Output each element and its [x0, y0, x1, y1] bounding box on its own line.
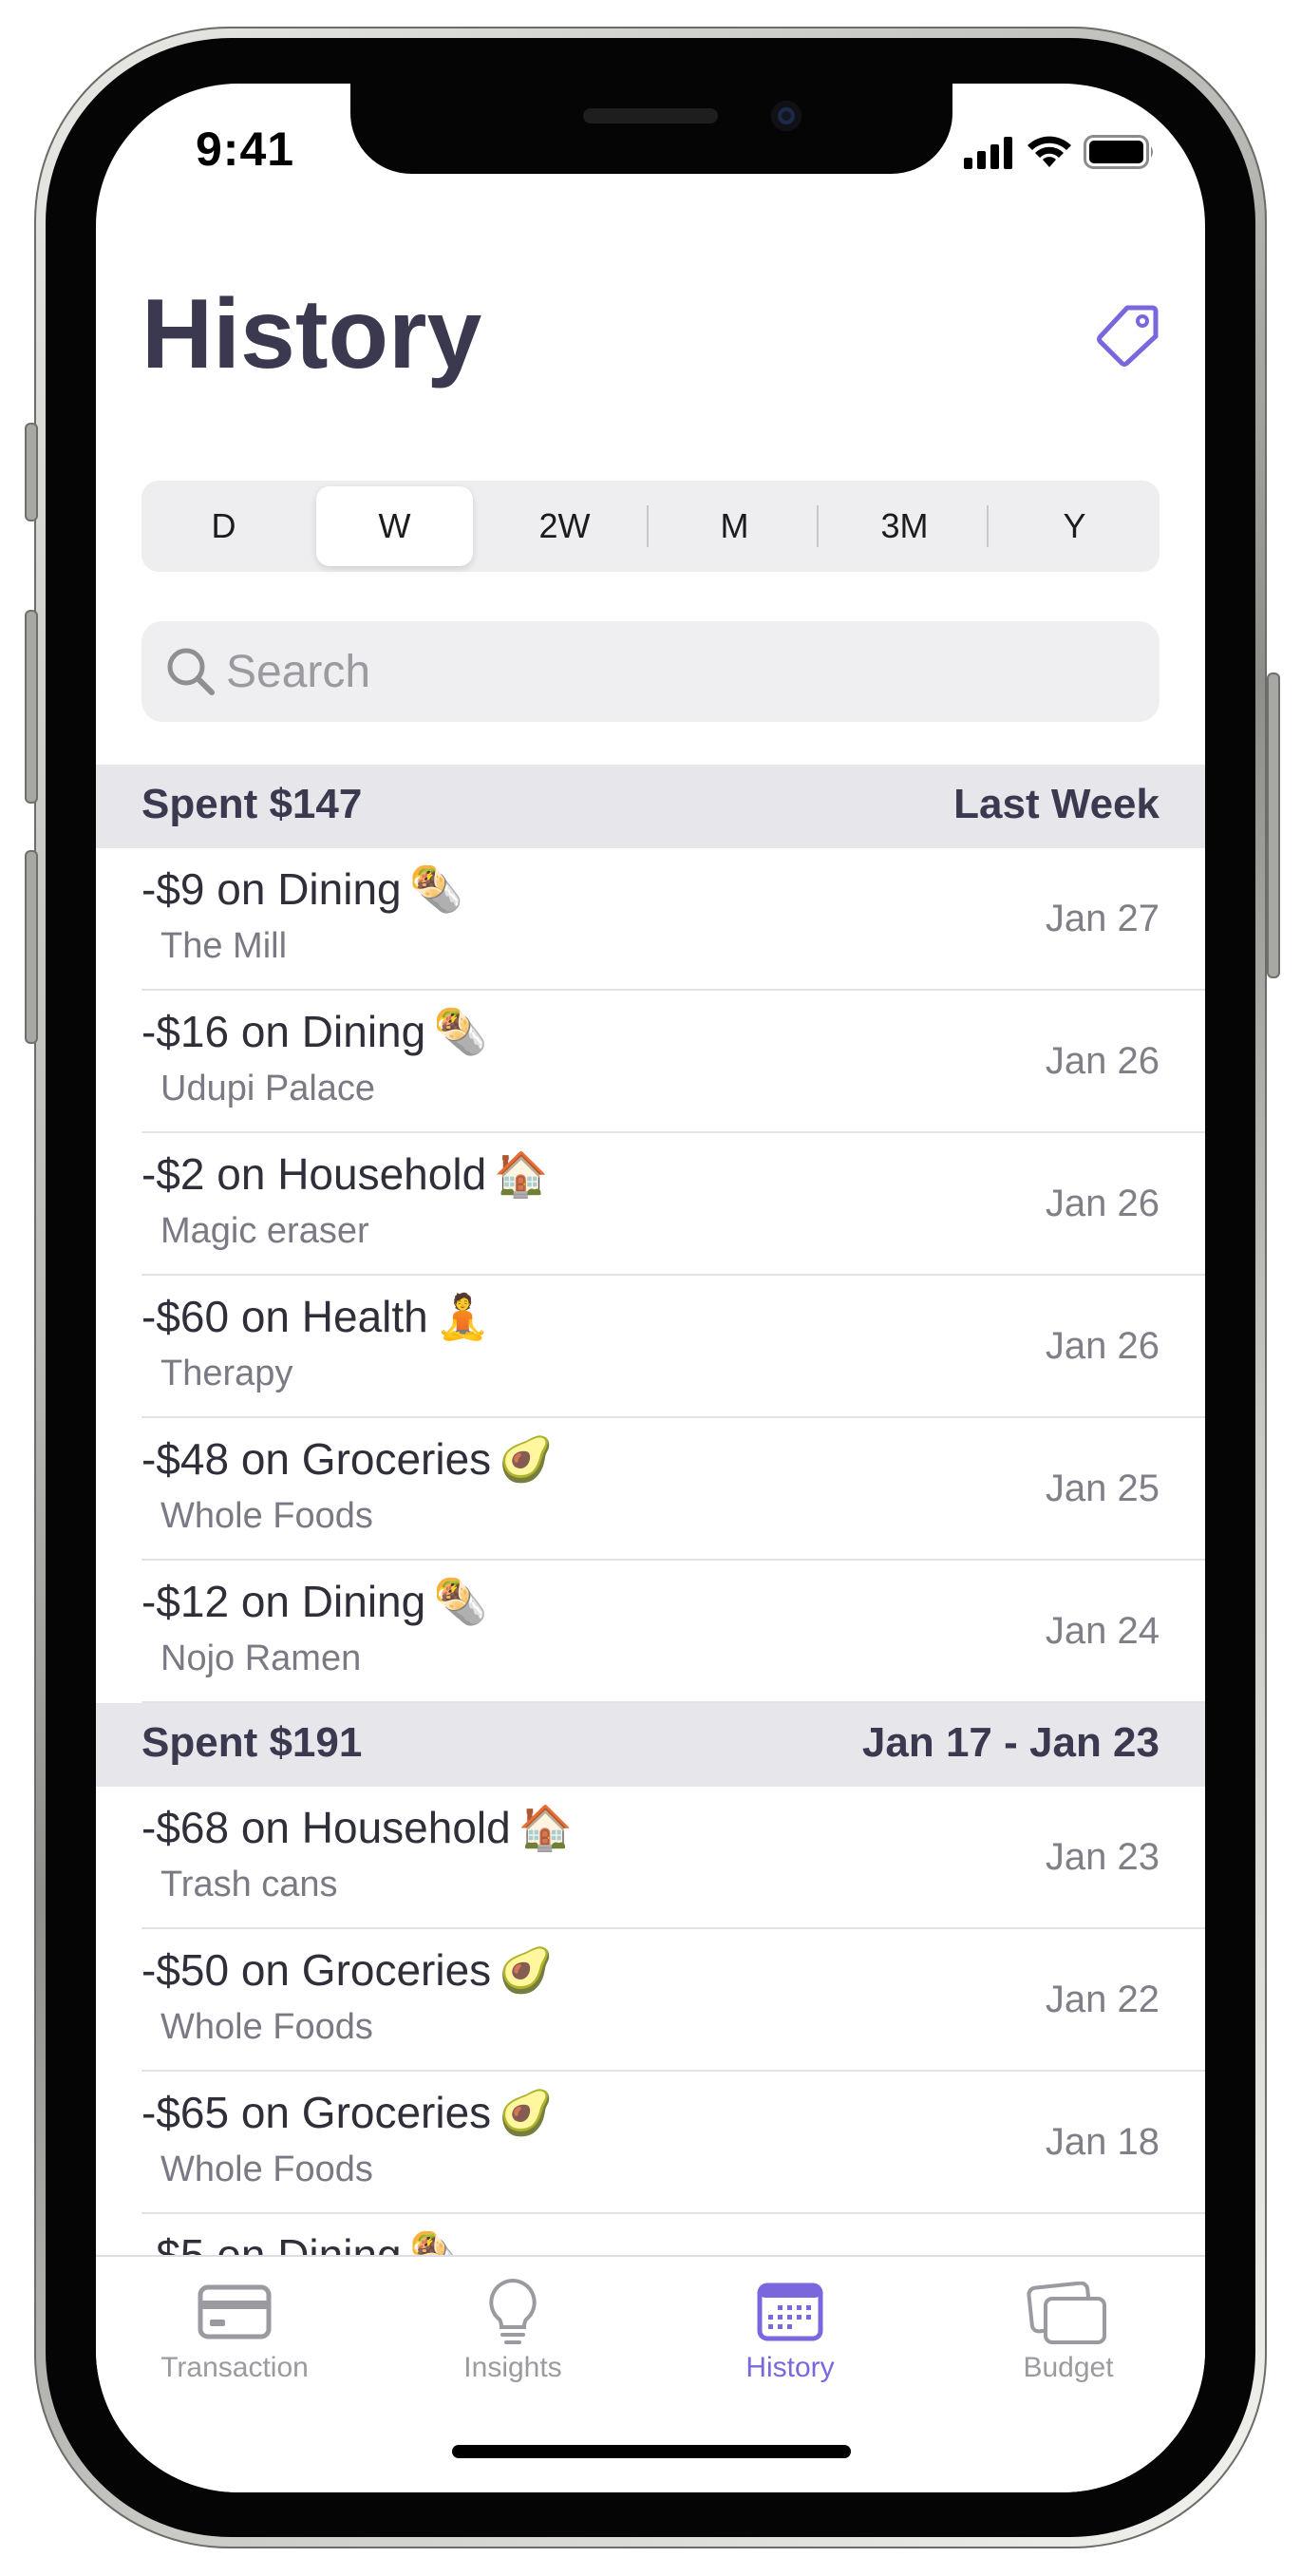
tab-transaction[interactable]: Transaction: [130, 2282, 339, 2384]
tab-label: History: [745, 2352, 835, 2383]
transaction-row[interactable]: -$50 on Groceries 🥑 Whole Foods Jan 22: [96, 1929, 1205, 2072]
tab-history[interactable]: History: [686, 2282, 895, 2384]
transaction-note: Nojo Ramen: [160, 1638, 362, 1678]
tag-icon: [1097, 305, 1159, 367]
transaction-row[interactable]: -$16 on Dining 🌯 Udupi Palace Jan 26: [96, 991, 1205, 1133]
front-camera: [771, 101, 801, 131]
segment-divider: [987, 505, 989, 547]
search-field[interactable]: Search: [141, 621, 1160, 722]
tab-label: Transaction: [160, 2352, 309, 2383]
transaction-row[interactable]: -$68 on Household 🏠 Trash cans Jan 23: [96, 1787, 1205, 1929]
transaction-row[interactable]: -$12 on Dining 🌯 Nojo Ramen Jan 24: [96, 1561, 1205, 1703]
dining-emoji-icon: 🌯: [433, 1576, 488, 1627]
transaction-title: -$9 on Dining 🌯: [141, 863, 463, 915]
volume-up-button: [25, 610, 38, 804]
status-icons: [964, 135, 1156, 169]
transaction-date: Jan 18: [1045, 2121, 1160, 2163]
section-period: Last Week: [953, 781, 1160, 827]
transaction-note: The Mill: [160, 926, 288, 966]
wifi-icon: [1028, 136, 1071, 167]
dining-emoji-icon: 🌯: [433, 1006, 488, 1057]
transaction-title: -$2 on Household 🏠: [141, 1148, 549, 1200]
power-button: [1267, 672, 1280, 978]
transaction-date: Jan 22: [1045, 1979, 1160, 2020]
home-indicator: [452, 2445, 851, 2458]
transaction-row[interactable]: -$9 on Dining 🌯 The Mill Jan 27: [96, 848, 1205, 991]
transaction-date: Jan 26: [1045, 1325, 1160, 1367]
transaction-date: Jan 26: [1045, 1183, 1160, 1224]
transaction-date: Jan 23: [1045, 1836, 1160, 1878]
transaction-title: -$65 on Groceries 🥑: [141, 2087, 554, 2138]
segment-divider: [647, 505, 649, 547]
transaction-title: -$48 on Groceries 🥑: [141, 1433, 554, 1485]
transaction-row[interactable]: -$60 on Health 🧘 Therapy Jan 26: [96, 1276, 1205, 1418]
earpiece-speaker: [583, 108, 718, 123]
tab-label: Budget: [1023, 2352, 1114, 2383]
segment-divider: [817, 505, 819, 547]
lightbulb-icon: [489, 2278, 537, 2344]
segment-year[interactable]: Y: [996, 486, 1153, 566]
transaction-title: -$68 on Household 🏠: [141, 1802, 574, 1853]
transaction-row[interactable]: -$65 on Groceries 🥑 Whole Foods Jan 18: [96, 2072, 1205, 2214]
segment-three-months[interactable]: 3M: [826, 486, 983, 566]
segment-day[interactable]: D: [145, 486, 302, 566]
silent-switch: [25, 423, 38, 521]
transaction-title: -$16 on Dining 🌯: [141, 1006, 488, 1057]
transaction-title: -$60 on Health 🧘: [141, 1291, 491, 1342]
tag-button[interactable]: [1095, 300, 1163, 369]
page-title: History: [141, 279, 482, 389]
search-placeholder: Search: [226, 647, 371, 697]
segment-month[interactable]: M: [656, 486, 813, 566]
screen: 9:41 History D W 2W M 3M Y Search Spent …: [96, 84, 1205, 2492]
transaction-title: -$50 on Groceries 🥑: [141, 1944, 554, 1996]
dining-emoji-icon: 🌯: [408, 863, 463, 915]
section-spent-total: Spent $147: [141, 781, 363, 827]
transaction-note: Whole Foods: [160, 2007, 373, 2047]
transaction-note: Magic eraser: [160, 1211, 369, 1251]
cards-stack-icon: [1027, 2282, 1106, 2344]
transaction-title: -$12 on Dining 🌯: [141, 1576, 488, 1627]
status-time: 9:41: [196, 123, 295, 176]
transaction-date: Jan 25: [1045, 1468, 1160, 1509]
transaction-date: Jan 27: [1045, 898, 1160, 939]
transaction-note: Udupi Palace: [160, 1069, 376, 1108]
segment-week[interactable]: W: [316, 486, 473, 566]
transaction-list: Spent $147 Last Week -$9 on Dining 🌯 The …: [96, 765, 1205, 2357]
tab-budget[interactable]: Budget: [964, 2282, 1173, 2384]
credit-card-icon: [198, 2284, 272, 2339]
section-period: Jan 17 - Jan 23: [861, 1719, 1160, 1766]
transaction-row[interactable]: -$2 on Household 🏠 Magic eraser Jan 26: [96, 1133, 1205, 1276]
avocado-emoji-icon: 🥑: [499, 1433, 554, 1485]
section-header: Spent $191 Jan 17 - Jan 23: [96, 1703, 1205, 1787]
transaction-row[interactable]: -$48 on Groceries 🥑 Whole Foods Jan 25: [96, 1418, 1205, 1561]
house-emoji-icon: 🏠: [518, 1802, 574, 1853]
section-header: Spent $147 Last Week: [96, 765, 1205, 848]
avocado-emoji-icon: 🥑: [499, 2087, 554, 2138]
notch: [350, 84, 952, 174]
segment-two-weeks[interactable]: 2W: [486, 486, 643, 566]
transaction-note: Trash cans: [160, 1865, 338, 1904]
search-icon: [167, 648, 215, 695]
section-spent-total: Spent $191: [141, 1719, 363, 1766]
avocado-emoji-icon: 🥑: [499, 1944, 554, 1996]
calendar-icon: [757, 2282, 823, 2341]
volume-down-button: [25, 850, 38, 1044]
transaction-note: Whole Foods: [160, 2150, 373, 2189]
tab-insights[interactable]: Insights: [408, 2278, 617, 2384]
meditation-emoji-icon: 🧘: [435, 1291, 491, 1342]
transaction-note: Whole Foods: [160, 1496, 373, 1536]
period-segmented-control: D W 2W M 3M Y: [141, 481, 1160, 572]
transaction-date: Jan 24: [1045, 1610, 1160, 1652]
house-emoji-icon: 🏠: [494, 1148, 549, 1200]
cellular-signal-icon: [964, 137, 1012, 169]
battery-icon: [1084, 135, 1153, 169]
transaction-date: Jan 26: [1045, 1040, 1160, 1082]
transaction-note: Therapy: [160, 1354, 293, 1393]
tab-label: Insights: [463, 2352, 562, 2383]
